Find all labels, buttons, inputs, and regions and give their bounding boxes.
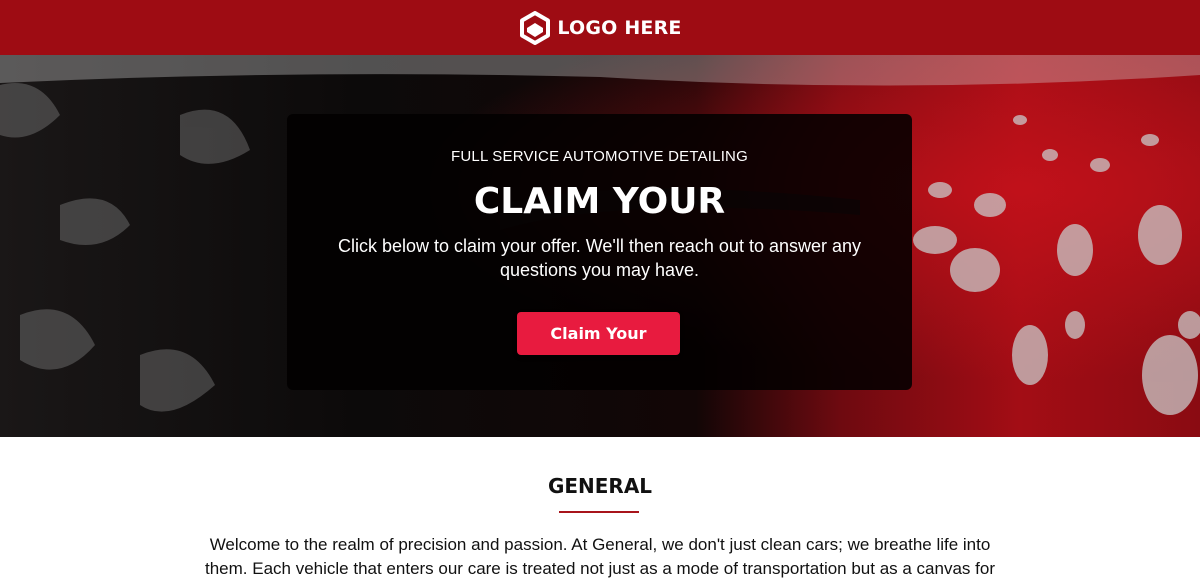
section-title: GENERAL: [547, 474, 653, 498]
hero-eyebrow: FULL SERVICE AUTOMOTIVE DETAILING: [451, 148, 748, 165]
hero-description: Click below to claim your offer. We'll t…: [337, 236, 862, 280]
hexagon-logo-icon: [520, 10, 551, 45]
hero-section: FULL SERVICE AUTOMOTIVE DETAILING CLAIM …: [0, 55, 1200, 437]
site-header: LOGO HERE: [0, 0, 1200, 55]
section-body: Welcome to the realm of precision and pa…: [205, 535, 995, 578]
section-divider: [559, 511, 639, 513]
logo-text: LOGO HERE: [557, 16, 682, 39]
logo-link[interactable]: LOGO HERE: [518, 10, 682, 45]
hero-title: CLAIM YOUR: [473, 181, 726, 222]
claim-button[interactable]: Claim Your: [517, 312, 680, 355]
hero-card: FULL SERVICE AUTOMOTIVE DETAILING CLAIM …: [287, 114, 912, 390]
